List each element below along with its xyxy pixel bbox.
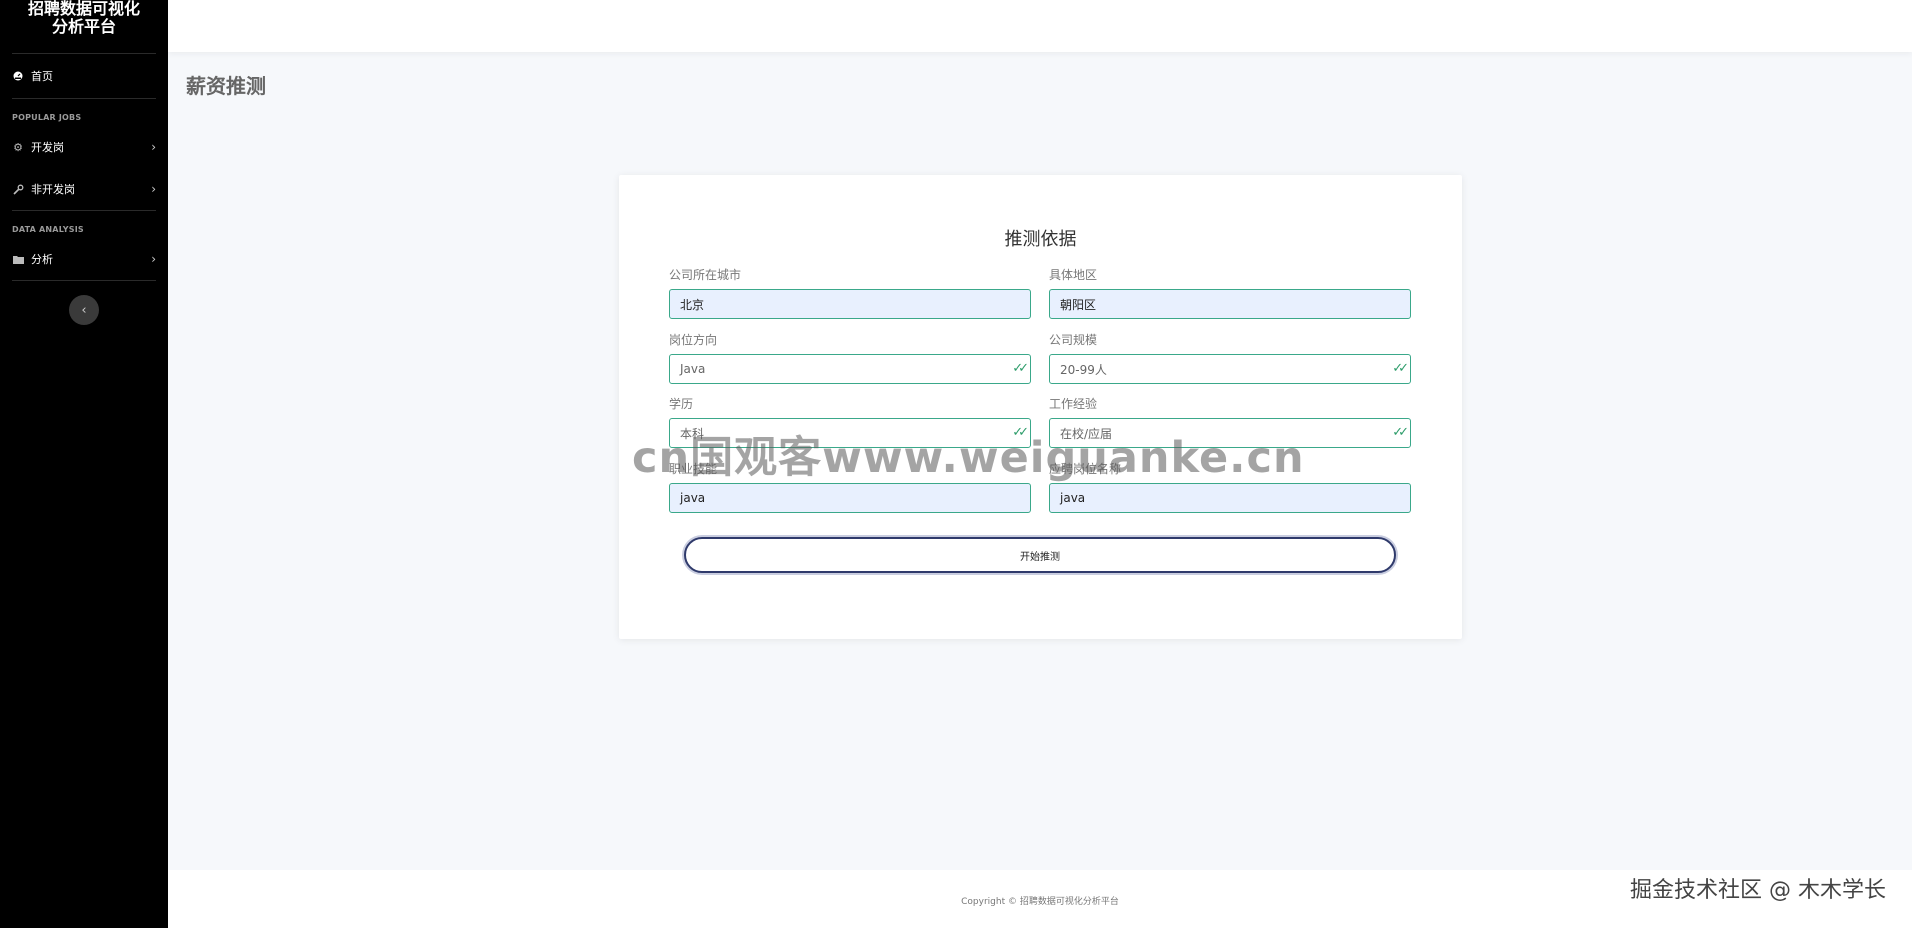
chevron-right-icon: › — [151, 252, 156, 266]
chevron-left-icon: ‹ — [81, 302, 87, 318]
chevron-right-icon: › — [151, 140, 156, 154]
scale-label: 公司规模 — [1049, 333, 1098, 347]
juejin-watermark: 掘金技术社区 @ 木木学长 — [1630, 878, 1886, 903]
sidebar-item-nondev-jobs[interactable]: 非开发岗 › — [0, 168, 168, 210]
direction-select-value: Java — [680, 362, 706, 376]
page-title: 薪资推测 — [186, 74, 266, 98]
direction-label: 岗位方向 — [669, 333, 718, 347]
district-input-value: 朝阳区 — [1060, 297, 1097, 312]
sidebar-item-analysis[interactable]: 分析 › — [0, 238, 168, 280]
district-label: 具体地区 — [1049, 268, 1098, 282]
sidebar-item-home[interactable]: 首页 — [0, 54, 168, 98]
skill-input-value: java — [680, 491, 706, 505]
sidebar-collapse-button[interactable]: ‹ — [69, 295, 99, 325]
sidebar: 招聘数据可视化 分析平台 首页 POPULAR JOBS ⚙ 开发岗 › 非开发… — [0, 0, 168, 928]
city-input[interactable]: 北京 — [669, 289, 1031, 319]
position-input-value: java — [1060, 491, 1086, 505]
section-heading-popular-jobs: POPULAR JOBS — [12, 113, 82, 122]
sidebar-item-dev-jobs[interactable]: ⚙ 开发岗 › — [0, 126, 168, 168]
prediction-form-card: 推测依据 公司所在城市 北京 具体地区 朝阳区 岗位方向 Java ✓✓ 公司规… — [619, 175, 1462, 639]
position-input[interactable]: java — [1049, 483, 1411, 513]
gear-icon: ⚙ — [13, 140, 23, 154]
brand-title-line1: 招聘数据可视化 — [27, 0, 140, 18]
education-label: 学历 — [669, 397, 694, 411]
sidebar-item-label: 分析 — [31, 253, 53, 266]
sidebar-item-label: 非开发岗 — [31, 183, 75, 196]
sidebar-collapse-wrap: ‹ — [0, 281, 168, 325]
folder-icon — [12, 253, 24, 265]
skill-input[interactable]: java — [669, 483, 1031, 513]
scale-select[interactable]: 20-99人 ✓✓ — [1049, 354, 1411, 384]
wrench-icon — [12, 183, 24, 195]
start-prediction-button[interactable]: 开始推测 — [684, 537, 1396, 573]
watermark-text: cn国观客www.weiguanke.cn — [632, 433, 1305, 483]
scale-select-value: 20-99人 — [1060, 362, 1107, 377]
brand-title-line2: 分析平台 — [51, 17, 116, 36]
double-check-icon: ✓✓ — [1392, 361, 1409, 376]
city-label: 公司所在城市 — [669, 268, 742, 282]
sidebar-item-label: 首页 — [31, 70, 53, 83]
experience-label: 工作经验 — [1049, 397, 1098, 411]
city-input-value: 北京 — [680, 297, 705, 312]
direction-select[interactable]: Java ✓✓ — [669, 354, 1031, 384]
dashboard-icon — [12, 70, 24, 82]
brand-title: 招聘数据可视化 分析平台 — [12, 0, 156, 54]
double-check-icon: ✓✓ — [1392, 425, 1409, 440]
section-heading-data-analysis: DATA ANALYSIS — [12, 225, 84, 234]
double-check-icon: ✓✓ — [1012, 361, 1029, 376]
form-title: 推测依据 — [1004, 229, 1077, 250]
top-navbar — [168, 0, 1912, 52]
chevron-right-icon: › — [151, 182, 156, 196]
sidebar-item-label: 开发岗 — [31, 141, 64, 154]
district-input[interactable]: 朝阳区 — [1049, 289, 1411, 319]
